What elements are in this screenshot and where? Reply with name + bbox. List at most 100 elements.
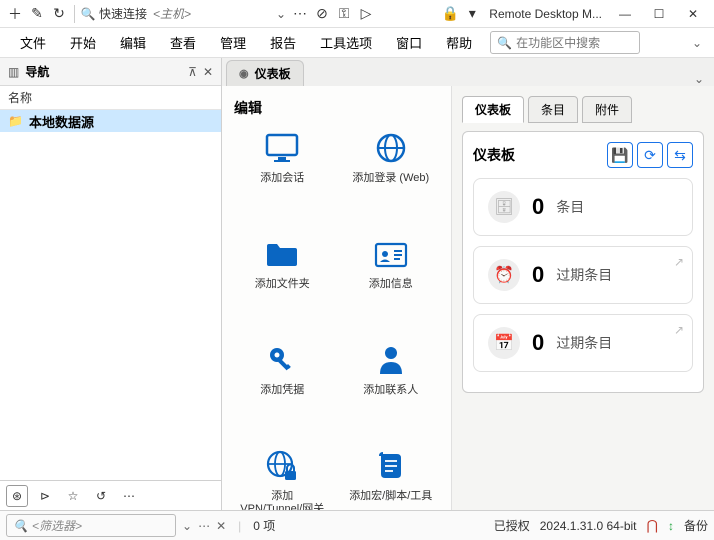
edit-heading: 编辑	[234, 98, 439, 118]
edit-pencil-button[interactable]: ✎	[26, 3, 48, 25]
add-vpn-label: 添加 VPN/Tunnel/网关	[240, 490, 324, 510]
host-dropdown[interactable]: ⌄	[273, 7, 289, 21]
document-tabstrip: ◉ 仪表板 ⌄	[222, 58, 714, 86]
filter-dropdown[interactable]: ⌄	[182, 519, 192, 533]
add-macro[interactable]: 添加宏/脚本/工具	[337, 446, 446, 510]
dtab-entries[interactable]: 条目	[528, 96, 578, 123]
menu-start[interactable]: 开始	[62, 29, 104, 56]
nav-more-button[interactable]: ⋯	[118, 485, 140, 507]
refresh-button[interactable]: ↻	[48, 3, 70, 25]
play-icon[interactable]: ▷	[355, 3, 377, 25]
nav-star-button[interactable]: ☆	[62, 485, 84, 507]
filter-placeholder: <筛选器>	[32, 517, 82, 534]
search-icon: 🔍	[497, 36, 512, 50]
nav-play-button[interactable]: ⊳	[34, 485, 56, 507]
open-external-icon[interactable]: ↗	[674, 323, 684, 337]
navigation-panel: ▥ 导航 ⊼ ✕ 名称 📁 本地数据源 ⊛ ⊳ ☆ ↺ ⋯	[0, 58, 222, 510]
edit-column: 编辑 添加会话 添加登录 (Web)	[222, 86, 452, 510]
dtab-attach[interactable]: 附件	[582, 96, 632, 123]
tab-dashboard-label: 仪表板	[255, 65, 291, 82]
backup-icon[interactable]: ↕	[668, 519, 674, 533]
add-login-web[interactable]: 添加登录 (Web)	[337, 128, 446, 220]
add-login-web-label: 添加登录 (Web)	[352, 172, 429, 185]
tab-dashboard[interactable]: ◉ 仪表板	[226, 60, 304, 86]
menu-report[interactable]: 报告	[262, 29, 304, 56]
menu-window[interactable]: 窗口	[388, 29, 430, 56]
calendar-icon: 📅	[488, 327, 520, 359]
dashboard-tabs: 仪表板 条目 附件	[462, 96, 704, 123]
dashboard-save-button[interactable]: 💾	[607, 142, 633, 168]
nav-history-button[interactable]: ↺	[90, 485, 112, 507]
add-folder-label: 添加文件夹	[255, 278, 310, 291]
new-button[interactable]: ＋	[4, 3, 26, 25]
add-contact[interactable]: 添加联系人	[337, 340, 446, 432]
menu-help[interactable]: 帮助	[438, 29, 480, 56]
status-magnet-icon[interactable]: ⋂	[647, 517, 658, 534]
menu-edit[interactable]: 编辑	[112, 29, 154, 56]
add-vpn[interactable]: 添加 VPN/Tunnel/网关	[228, 446, 337, 510]
separator	[74, 5, 75, 23]
dtab-dashboard[interactable]: 仪表板	[462, 96, 524, 123]
menu-file[interactable]: 文件	[12, 29, 54, 56]
title-bar: ＋ ✎ ↻ 🔍 快速连接 ⌄ ⋯ ⊘ ⚿ ▷ 🔒 ▾ Remote Deskto…	[0, 0, 714, 28]
card-entries[interactable]: 🗄 0 条目	[473, 178, 693, 236]
overflow-dropdown[interactable]: ▾	[461, 3, 483, 25]
dashboard-settings-button[interactable]: ⇆	[667, 142, 693, 168]
pin-icon[interactable]: ⊼	[188, 65, 197, 79]
dashboard-panel: 仪表板 💾 ⟳ ⇆ 🗄 0 条目 ↗ ⏰	[462, 131, 704, 393]
person-icon	[371, 340, 411, 380]
maximize-button[interactable]: ☐	[642, 3, 676, 25]
key-icon[interactable]: ⚿	[333, 3, 355, 25]
add-session-label: 添加会话	[260, 172, 304, 185]
add-folder[interactable]: 添加文件夹	[228, 234, 337, 326]
filter-input[interactable]: 🔍 <筛选器>	[6, 514, 176, 537]
nav-panel-icon: ▥	[8, 65, 19, 79]
tree-root-label: 本地数据源	[29, 112, 94, 131]
add-session[interactable]: 添加会话	[228, 128, 337, 220]
card-expired-1[interactable]: ↗ ⏰ 0 过期条目	[473, 246, 693, 304]
add-info[interactable]: 添加信息	[337, 234, 446, 326]
nav-column-header[interactable]: 名称	[0, 86, 221, 110]
search-icon: 🔍	[79, 7, 97, 21]
nav-title: 导航	[25, 63, 49, 80]
nav-close-icon[interactable]: ✕	[203, 65, 213, 79]
backup-label[interactable]: 备份	[684, 517, 708, 534]
tabstrip-chevron[interactable]: ⌄	[694, 72, 704, 86]
ribbon-search-placeholder: 在功能区中搜索	[516, 34, 600, 51]
tree-root-item[interactable]: 📁 本地数据源	[0, 110, 221, 132]
close-button[interactable]: ✕	[676, 3, 710, 25]
menu-tool-options[interactable]: 工具选项	[312, 29, 380, 56]
host-input[interactable]	[153, 7, 273, 21]
drawer-icon: 🗄	[488, 191, 520, 223]
menu-bar: 文件 开始 编辑 查看 管理 报告 工具选项 窗口 帮助 🔍 在功能区中搜索 ⌄	[0, 28, 714, 58]
card-expired2-label: 过期条目	[556, 333, 612, 353]
add-macro-label: 添加宏/脚本/工具	[349, 490, 432, 503]
menu-view[interactable]: 查看	[162, 29, 204, 56]
ribbon-search[interactable]: 🔍 在功能区中搜索	[490, 31, 640, 54]
add-credential[interactable]: 添加凭据	[228, 340, 337, 432]
status-bar: 🔍 <筛选器> ⌄ ⋯ ✕ | 0 项 已授权 2024.1.31.0 64-b…	[0, 510, 714, 540]
more-button[interactable]: ⋯	[289, 3, 311, 25]
nav-bottom-toolbar: ⊛ ⊳ ☆ ↺ ⋯	[0, 480, 221, 510]
nav-gear-button[interactable]: ⊛	[6, 485, 28, 507]
add-contact-label: 添加联系人	[363, 384, 418, 397]
card-entries-label: 条目	[556, 197, 584, 217]
minimize-button[interactable]: —	[608, 3, 642, 25]
dashboard-refresh-button[interactable]: ⟳	[637, 142, 663, 168]
ribbon-collapse-chevron[interactable]: ⌄	[692, 36, 702, 50]
add-info-label: 添加信息	[369, 278, 413, 291]
nav-header: ▥ 导航 ⊼ ✕	[0, 58, 221, 86]
filter-clear[interactable]: ✕	[216, 519, 226, 533]
id-card-icon	[371, 234, 411, 274]
open-external-icon[interactable]: ↗	[674, 255, 684, 269]
target-icon[interactable]: ⊘	[311, 3, 333, 25]
lock-icon[interactable]: 🔒	[439, 3, 461, 25]
add-credential-label: 添加凭据	[260, 384, 304, 397]
key-icon	[262, 340, 302, 380]
filter-more[interactable]: ⋯	[198, 519, 210, 533]
quick-connect-label: 快速连接	[99, 5, 147, 22]
filter-search-icon: 🔍	[13, 519, 28, 533]
card-expired-2[interactable]: ↗ 📅 0 过期条目	[473, 314, 693, 372]
menu-manage[interactable]: 管理	[212, 29, 254, 56]
app-title: Remote Desktop M...	[489, 7, 602, 21]
